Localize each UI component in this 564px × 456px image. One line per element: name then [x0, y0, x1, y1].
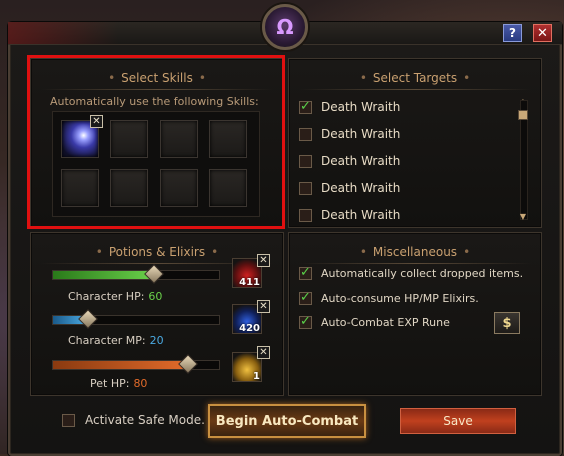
- begin-auto-combat-button[interactable]: Begin Auto-Combat: [208, 404, 366, 438]
- exp-rune-checkbox[interactable]: [299, 314, 312, 329]
- target-checkbox[interactable]: [299, 208, 312, 222]
- safe-mode-label: Activate Safe Mode.: [85, 413, 205, 427]
- safe-mode-toggle[interactable]: Activate Safe Mode.: [62, 413, 205, 427]
- target-checkbox[interactable]: [299, 181, 312, 195]
- target-label: Death Wraith: [321, 100, 401, 114]
- skill-slot-3[interactable]: [160, 120, 198, 158]
- dollar-icon[interactable]: $: [494, 312, 520, 334]
- scroll-thumb[interactable]: [518, 110, 528, 120]
- misc-label: Auto-consume HP/MP Elixirs.: [321, 292, 479, 305]
- misc-label: Automatically collect dropped items.: [321, 267, 524, 280]
- select-skills-title: Select Skills: [121, 71, 193, 85]
- misc-label: Auto-Combat EXP Rune: [321, 316, 450, 329]
- scroll-down-icon[interactable]: ▼: [518, 213, 528, 221]
- target-checkbox[interactable]: [299, 99, 312, 114]
- target-label: Death Wraith: [321, 208, 401, 222]
- safe-mode-checkbox[interactable]: [62, 413, 75, 427]
- target-row[interactable]: Death Wraith: [299, 151, 400, 171]
- help-button[interactable]: ?: [503, 24, 522, 42]
- remove-pet-potion-icon[interactable]: ✕: [257, 346, 270, 359]
- misc-row[interactable]: Automatically collect dropped items.: [299, 265, 524, 280]
- pet-hp-label: Pet HP:: [90, 377, 130, 390]
- target-row[interactable]: Death Wraith: [299, 97, 400, 117]
- pet-hp-slider[interactable]: [52, 354, 220, 374]
- character-mp-label: Character MP:: [68, 334, 146, 347]
- collect-items-checkbox[interactable]: [299, 265, 312, 280]
- pet-potion-count: 1: [253, 371, 260, 382]
- hp-potion-count: 411: [239, 277, 260, 288]
- misc-row[interactable]: Auto-Combat EXP Rune: [299, 314, 450, 329]
- misc-row[interactable]: Auto-consume HP/MP Elixirs.: [299, 290, 479, 305]
- character-hp-slider[interactable]: [52, 264, 220, 284]
- skill-slot-6[interactable]: [110, 169, 148, 207]
- select-targets-title: Select Targets: [372, 71, 458, 85]
- character-hp-label: Character HP:: [68, 290, 145, 303]
- skill-slot-8[interactable]: [209, 169, 247, 207]
- close-button[interactable]: ✕: [533, 24, 552, 42]
- save-button[interactable]: Save: [400, 408, 516, 434]
- character-hp-value: 60: [148, 290, 163, 303]
- misc-title: Miscellaneous: [372, 245, 458, 259]
- target-row[interactable]: Death Wraith: [299, 205, 400, 225]
- mp-potion-count: 420: [239, 323, 260, 334]
- remove-mp-potion-icon[interactable]: ✕: [257, 300, 270, 313]
- pet-hp-value: 80: [133, 377, 148, 390]
- target-checkbox[interactable]: [299, 127, 312, 141]
- emblem-icon: Ω: [262, 4, 308, 50]
- remove-hp-potion-icon[interactable]: ✕: [257, 254, 270, 267]
- target-label: Death Wraith: [321, 181, 401, 195]
- target-checkbox[interactable]: [299, 154, 312, 168]
- target-row[interactable]: Death Wraith: [299, 124, 400, 144]
- skill-slot-7[interactable]: [160, 169, 198, 207]
- target-label: Death Wraith: [321, 154, 401, 168]
- target-label: Death Wraith: [321, 127, 401, 141]
- skill-slot-5[interactable]: [61, 169, 99, 207]
- character-mp-slider[interactable]: [52, 309, 220, 329]
- skill-slot-2[interactable]: [110, 120, 148, 158]
- skills-subtitle: Automatically use the following Skills:: [50, 95, 259, 108]
- auto-elixir-checkbox[interactable]: [299, 290, 312, 305]
- target-row[interactable]: Death Wraith: [299, 178, 400, 198]
- potions-title: Potions & Elixirs: [108, 245, 206, 259]
- skill-grid: ✕: [52, 111, 260, 217]
- remove-skill-icon[interactable]: ✕: [90, 115, 103, 128]
- character-mp-value: 20: [149, 334, 164, 347]
- skill-slot-4[interactable]: [209, 120, 247, 158]
